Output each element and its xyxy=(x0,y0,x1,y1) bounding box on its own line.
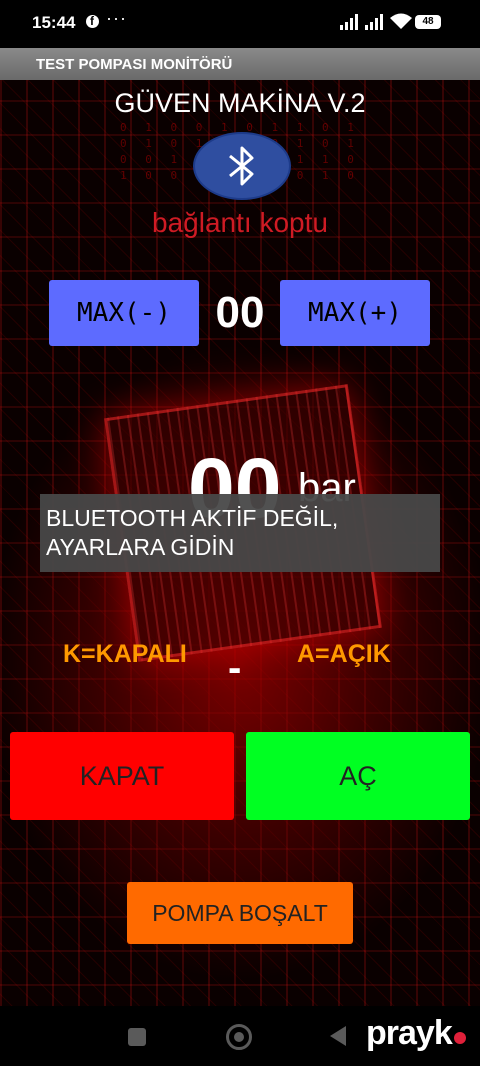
watermark-dot xyxy=(453,1032,466,1044)
legend-closed: K=KAPALI xyxy=(63,640,187,668)
more-notifications-icon: ··· xyxy=(106,8,127,28)
toast-line: BLUETOOTH AKTİF DEĞİL, xyxy=(46,505,339,531)
app-screen: 0 1 0 0 1 0 1 1 0 1 0 1 0 1 1 0 0 1 0 1 … xyxy=(0,0,480,1066)
status-time: 15:44 xyxy=(32,13,76,32)
legend-open: A=AÇIK xyxy=(297,640,391,668)
bluetooth-toast: BLUETOOTH AKTİF DEĞİL, AYARLARA GİDİN xyxy=(40,494,440,572)
valve-state-indicator: - xyxy=(228,646,242,690)
nav-recent-icon[interactable] xyxy=(128,1028,146,1046)
toast-line: AYARLARA GİDİN xyxy=(46,534,235,560)
bluetooth-icon xyxy=(229,146,254,186)
battery-icon: 48 xyxy=(415,15,441,29)
bluetooth-button[interactable] xyxy=(193,132,291,200)
pump-drain-button[interactable]: POMPA BOŞALT xyxy=(127,882,353,944)
watermark-logo: prayk xyxy=(366,1014,466,1053)
wifi-icon xyxy=(390,13,412,29)
status-bar: 15:44 ··· 48 xyxy=(0,0,480,48)
app-title: TEST POMPASI MONİTÖRÜ xyxy=(36,56,233,73)
device-title: GÜVEN MAKİNA V.2 xyxy=(114,88,366,118)
max-plus-button[interactable]: MAX(+) xyxy=(280,280,430,346)
nav-home-icon[interactable] xyxy=(226,1024,252,1050)
close-button[interactable]: KAPAT xyxy=(10,732,234,820)
max-value: 00 xyxy=(215,288,265,337)
watermark-text: prayk xyxy=(366,1014,453,1052)
open-button[interactable]: AÇ xyxy=(246,732,470,820)
facebook-icon xyxy=(86,14,99,28)
signal-icon xyxy=(365,14,383,30)
app-title-bar: TEST POMPASI MONİTÖRÜ xyxy=(0,48,480,80)
max-minus-button[interactable]: MAX(-) xyxy=(49,280,199,346)
nav-back-icon[interactable] xyxy=(330,1026,346,1046)
connection-status: bağlantı koptu xyxy=(152,207,328,238)
signal-icon xyxy=(340,14,358,30)
